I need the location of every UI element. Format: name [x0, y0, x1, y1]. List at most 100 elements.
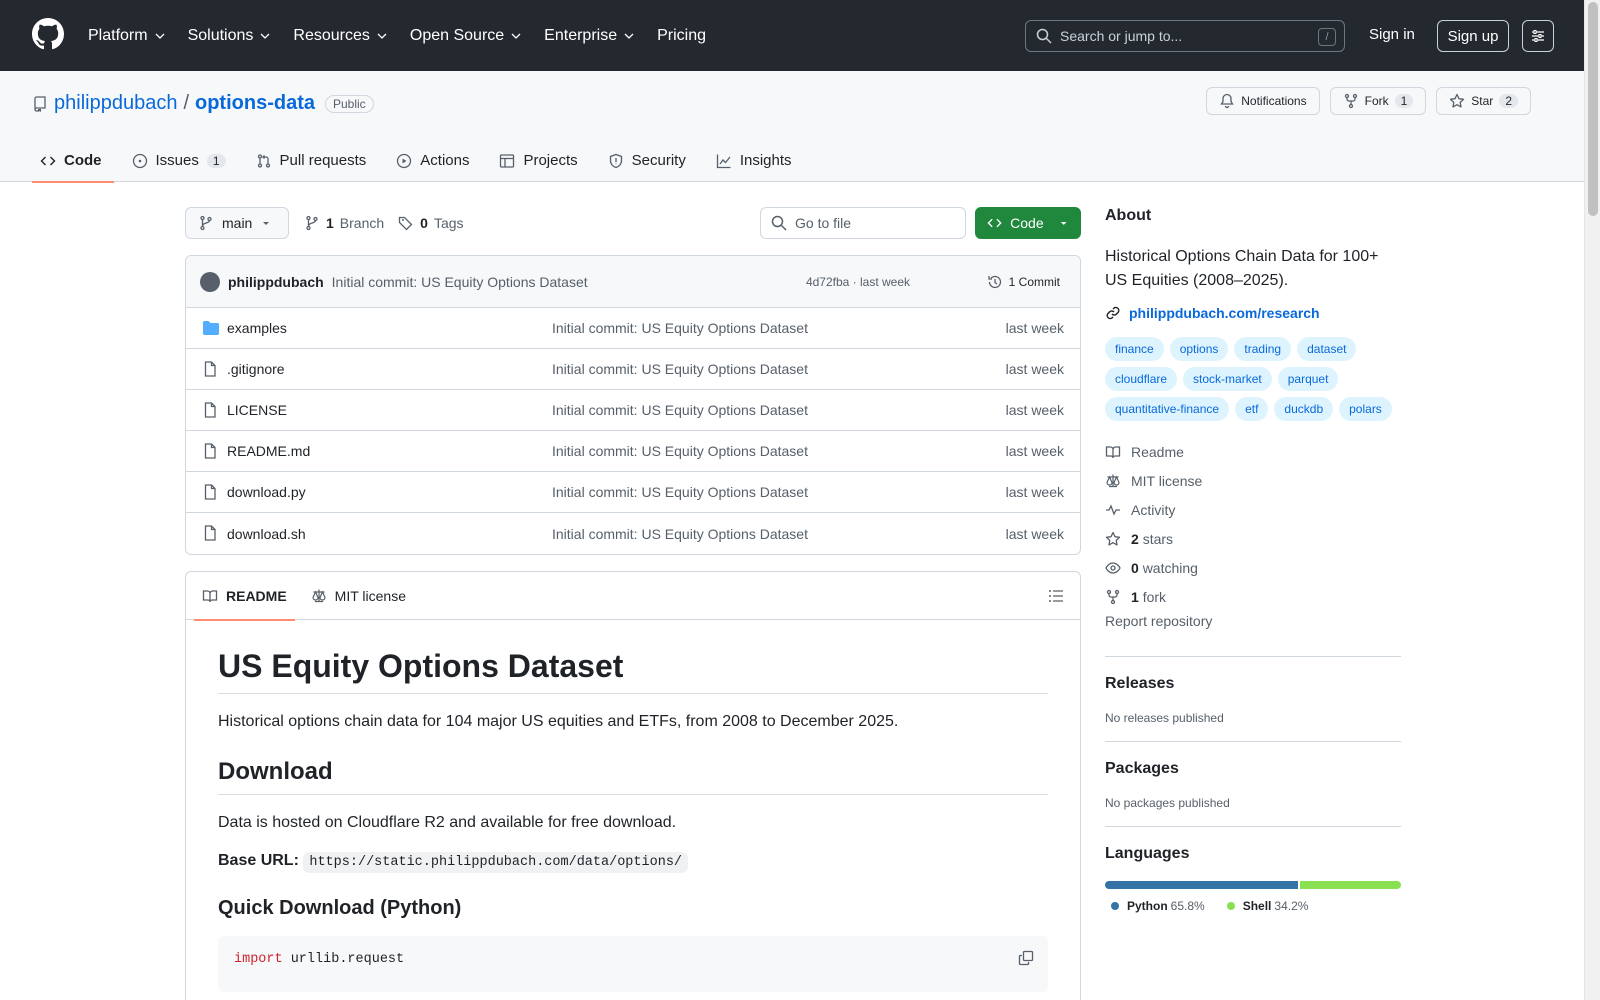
file-commit-message[interactable]: Initial commit: US Equity Options Datase… [552, 484, 808, 500]
file-row[interactable]: examples Initial commit: US Equity Option… [186, 308, 1080, 349]
play-icon [397, 153, 412, 168]
watchers-link[interactable]: 0 watching [1105, 553, 1401, 582]
code-dropdown-button[interactable]: Code [975, 207, 1081, 239]
file-name-link[interactable]: examples [227, 320, 287, 336]
file-commit-time: last week [1005, 320, 1064, 336]
go-to-file-input[interactable]: Go to file [760, 207, 966, 239]
packages-heading[interactable]: Packages [1105, 760, 1401, 778]
file-row[interactable]: download.sh Initial commit: US Equity Opt… [186, 513, 1080, 554]
chevron-down-icon [155, 33, 165, 39]
commit-hash-time[interactable]: 4d72fba · last week [806, 275, 910, 289]
readme-intro: Historical options chain data for 104 ma… [218, 713, 899, 730]
file-row[interactable]: README.md Initial commit: US Equity Optio… [186, 431, 1080, 472]
releases-heading[interactable]: Releases [1105, 675, 1401, 693]
go-to-file-placeholder: Go to file [795, 215, 852, 231]
repo-tabs: Code Issues 1 Pull requests Actions Proj… [32, 139, 814, 183]
search-icon [771, 215, 787, 231]
page-scrollbar[interactable] [1584, 0, 1600, 1000]
languages-heading: Languages [1105, 845, 1190, 862]
repo-name-link[interactable]: options-data [195, 92, 315, 115]
file-toolbar: main 1 Branch 0 Tags Go to file Code [185, 207, 1081, 239]
file-row[interactable]: download.py Initial commit: US Equity Opt… [186, 472, 1080, 513]
fork-icon [1344, 93, 1357, 109]
file-name-link[interactable]: download.sh [227, 526, 306, 542]
copy-icon[interactable] [1018, 950, 1034, 966]
topic-tag[interactable]: etf [1235, 397, 1269, 421]
topic-tag[interactable]: duckdb [1274, 397, 1334, 421]
file-commit-message[interactable]: Initial commit: US Equity Options Datase… [552, 443, 808, 459]
language-bar [1105, 881, 1401, 889]
file-icon [204, 525, 216, 541]
homepage-link[interactable]: philippdubach.com/research [1105, 305, 1401, 321]
fork-button[interactable]: Fork 1 [1329, 87, 1427, 115]
star-button[interactable]: Star 2 [1436, 87, 1531, 115]
commit-history-link[interactable]: 1 Commit [987, 274, 1060, 290]
nav-pricing[interactable]: Pricing [657, 27, 706, 45]
topic-tag[interactable]: parquet [1277, 367, 1339, 391]
file-commit-message[interactable]: Initial commit: US Equity Options Datase… [552, 320, 808, 336]
topic-tag[interactable]: finance [1105, 337, 1164, 361]
topics-list: finance options trading dataset cloudflare st… [1105, 337, 1401, 421]
file-commit-message[interactable]: Initial commit: US Equity Options Datase… [552, 526, 808, 542]
branches-link[interactable]: 1 Branch [304, 215, 384, 231]
tags-link[interactable]: 0 Tags [398, 215, 464, 231]
language-legend-item[interactable]: Shell 34.2% [1226, 899, 1308, 913]
file-name-link[interactable]: .gitignore [227, 361, 285, 377]
nav-platform[interactable]: Platform [88, 27, 166, 45]
topic-tag[interactable]: dataset [1297, 337, 1357, 361]
readme-link[interactable]: Readme [1105, 437, 1401, 466]
tab-issues[interactable]: Issues 1 [124, 139, 238, 182]
tab-projects[interactable]: Projects [491, 139, 589, 182]
commit-author-link[interactable]: philippdubach [228, 274, 324, 290]
activity-link[interactable]: Activity [1105, 495, 1401, 524]
topic-tag[interactable]: options [1169, 337, 1229, 361]
tab-security[interactable]: Security [600, 139, 698, 182]
topic-tag[interactable]: trading [1234, 337, 1292, 361]
file-name-link[interactable]: download.py [227, 484, 306, 500]
tab-insights[interactable]: Insights [708, 139, 804, 182]
avatar[interactable] [200, 271, 220, 292]
branch-selector[interactable]: main [185, 207, 289, 239]
chevron-down-icon [260, 33, 270, 39]
license-link[interactable]: MIT license [1105, 466, 1401, 495]
sign-up-button[interactable]: Sign up [1437, 20, 1509, 52]
search-input[interactable]: Search or jump to... / [1025, 20, 1345, 52]
nav-solutions[interactable]: Solutions [188, 27, 272, 45]
nav-resources[interactable]: Resources [293, 27, 387, 45]
stars-link[interactable]: 2 stars [1105, 524, 1401, 553]
settings-menu-button[interactable] [1522, 20, 1554, 52]
file-name-link[interactable]: LICENSE [227, 402, 287, 418]
nav-enterprise[interactable]: Enterprise [544, 27, 635, 45]
file-name-link[interactable]: README.md [227, 443, 310, 459]
homepage-link-text: philippdubach.com/research [1129, 305, 1320, 321]
tab-readme[interactable]: README [194, 572, 295, 621]
issues-count: 1 [206, 153, 226, 168]
language-legend-item[interactable]: Python 65.8% [1111, 899, 1205, 913]
scrollbar-thumb[interactable] [1588, 2, 1598, 216]
topic-tag[interactable]: stock-market [1183, 367, 1272, 391]
notifications-button[interactable]: Notifications [1206, 87, 1320, 115]
tab-code[interactable]: Code [32, 139, 114, 183]
list-unordered-icon[interactable] [1048, 588, 1064, 604]
file-row[interactable]: LICENSE Initial commit: US Equity Options… [186, 390, 1080, 431]
tab-license[interactable]: MIT license [311, 572, 406, 620]
repo-owner-link[interactable]: philippdubach [54, 92, 177, 115]
github-logo-icon[interactable] [32, 18, 64, 50]
tab-actions[interactable]: Actions [388, 139, 481, 182]
graph-icon [716, 154, 731, 168]
topic-tag[interactable]: cloudflare [1105, 367, 1178, 391]
tab-pull-requests[interactable]: Pull requests [248, 139, 379, 182]
nav-open-source[interactable]: Open Source [410, 27, 522, 45]
tag-count: 0 [420, 215, 428, 231]
repo-header: philippdubach / options-data Public Noti… [0, 71, 1584, 183]
forks-link[interactable]: 1 fork [1105, 582, 1401, 611]
file-commit-message[interactable]: Initial commit: US Equity Options Datase… [552, 402, 808, 418]
report-repository-link[interactable]: Report repository [1105, 613, 1401, 640]
file-commit-message[interactable]: Initial commit: US Equity Options Datase… [552, 361, 808, 377]
sign-in-link[interactable]: Sign in [1369, 26, 1415, 43]
commit-message-link[interactable]: Initial commit: US Equity Options Datase… [332, 274, 588, 290]
file-row[interactable]: .gitignore Initial commit: US Equity Opti… [186, 349, 1080, 390]
topic-tag[interactable]: polars [1339, 397, 1392, 421]
topic-tag[interactable]: quantitative-finance [1105, 397, 1230, 421]
watching-label: watching [1142, 559, 1198, 576]
